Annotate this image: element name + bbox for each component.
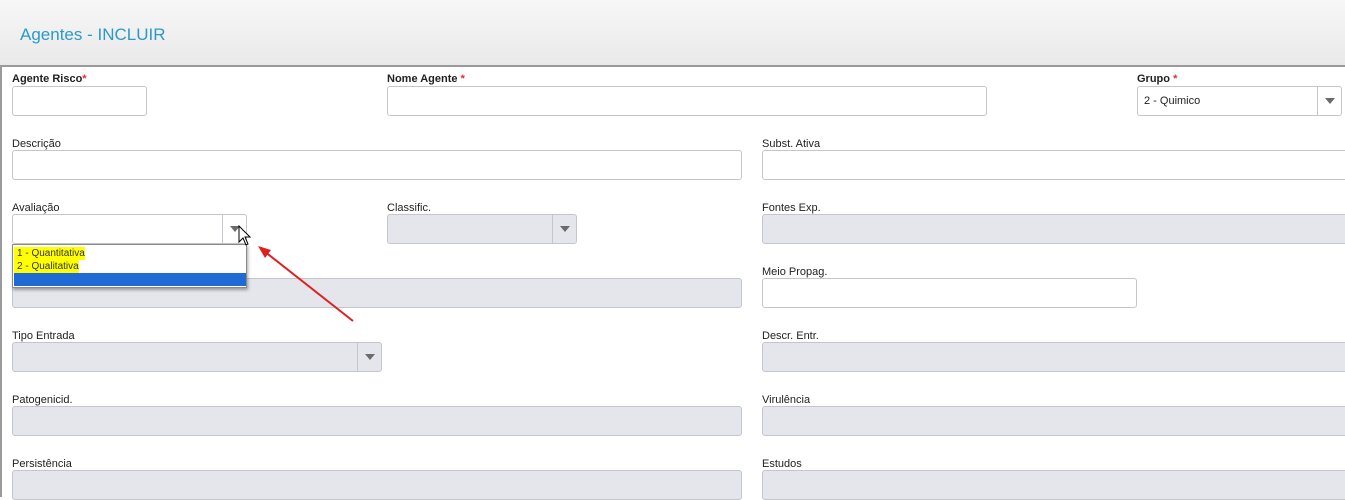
- chevron-down-icon: [365, 354, 375, 360]
- grupo-select[interactable]: 2 - Quimico: [1137, 86, 1342, 116]
- meio-propag-input[interactable]: [762, 278, 1137, 308]
- agente-risco-label: Agente Risco*: [12, 73, 87, 85]
- patogenicid-label: Patogenicid.: [12, 394, 73, 406]
- tipo-entrada-select[interactable]: [12, 342, 382, 372]
- classific-label: Classific.: [387, 202, 432, 214]
- page-header: Agentes - INCLUIR: [0, 0, 1345, 67]
- nome-agente-label: Nome Agente *: [387, 73, 465, 85]
- descr-entr-input[interactable]: [762, 342, 1345, 372]
- tipo-entrada-dropdown-button[interactable]: [357, 343, 381, 371]
- meio-propag-label: Meio Propag.: [762, 266, 828, 278]
- avaliacao-option-quantitativa[interactable]: 1 - Quantitativa: [14, 247, 85, 260]
- descr-entr-label: Descr. Entr.: [762, 330, 819, 342]
- agente-risco-input[interactable]: [12, 86, 147, 116]
- virulencia-input[interactable]: [762, 406, 1345, 436]
- fontes-exp-input[interactable]: [762, 214, 1345, 244]
- classific-dropdown-button[interactable]: [552, 215, 576, 243]
- persistencia-input[interactable]: [12, 470, 742, 500]
- estudos-label: Estudos: [762, 458, 802, 470]
- descricao-label: Descrição: [12, 138, 61, 150]
- grupo-label: Grupo *: [1137, 73, 1178, 85]
- subst-ativa-input[interactable]: [762, 150, 1345, 180]
- chevron-down-icon: [1325, 98, 1335, 104]
- grupo-selected-value: 2 - Quimico: [1144, 95, 1201, 107]
- grupo-dropdown-button[interactable]: [1317, 87, 1341, 115]
- avaliacao-dropdown-list: 1 - Quantitativa 2 - Qualitativa: [12, 244, 247, 288]
- avaliacao-select[interactable]: [12, 214, 247, 244]
- fontes-exp-label: Fontes Exp.: [762, 202, 821, 214]
- avaliacao-option-empty[interactable]: [14, 273, 246, 286]
- red-arrow-icon: [258, 246, 354, 322]
- classific-select[interactable]: [387, 214, 577, 244]
- descricao-input[interactable]: [12, 150, 742, 180]
- page-title: Agentes - INCLUIR: [20, 25, 166, 44]
- chevron-down-icon: [560, 226, 570, 232]
- subst-ativa-label: Subst. Ativa: [762, 138, 821, 150]
- persistencia-label: Persistência: [12, 458, 72, 470]
- virulencia-label: Virulência: [762, 394, 811, 406]
- avaliacao-label: Avaliação: [12, 202, 60, 214]
- panel-border: [0, 65, 2, 497]
- avaliacao-option-qualitativa[interactable]: 2 - Qualitativa: [14, 260, 79, 273]
- nome-agente-input[interactable]: [387, 86, 987, 116]
- patogenicid-input[interactable]: [12, 406, 742, 436]
- tipo-entrada-label: Tipo Entrada: [12, 330, 75, 342]
- estudos-input[interactable]: [762, 470, 1345, 500]
